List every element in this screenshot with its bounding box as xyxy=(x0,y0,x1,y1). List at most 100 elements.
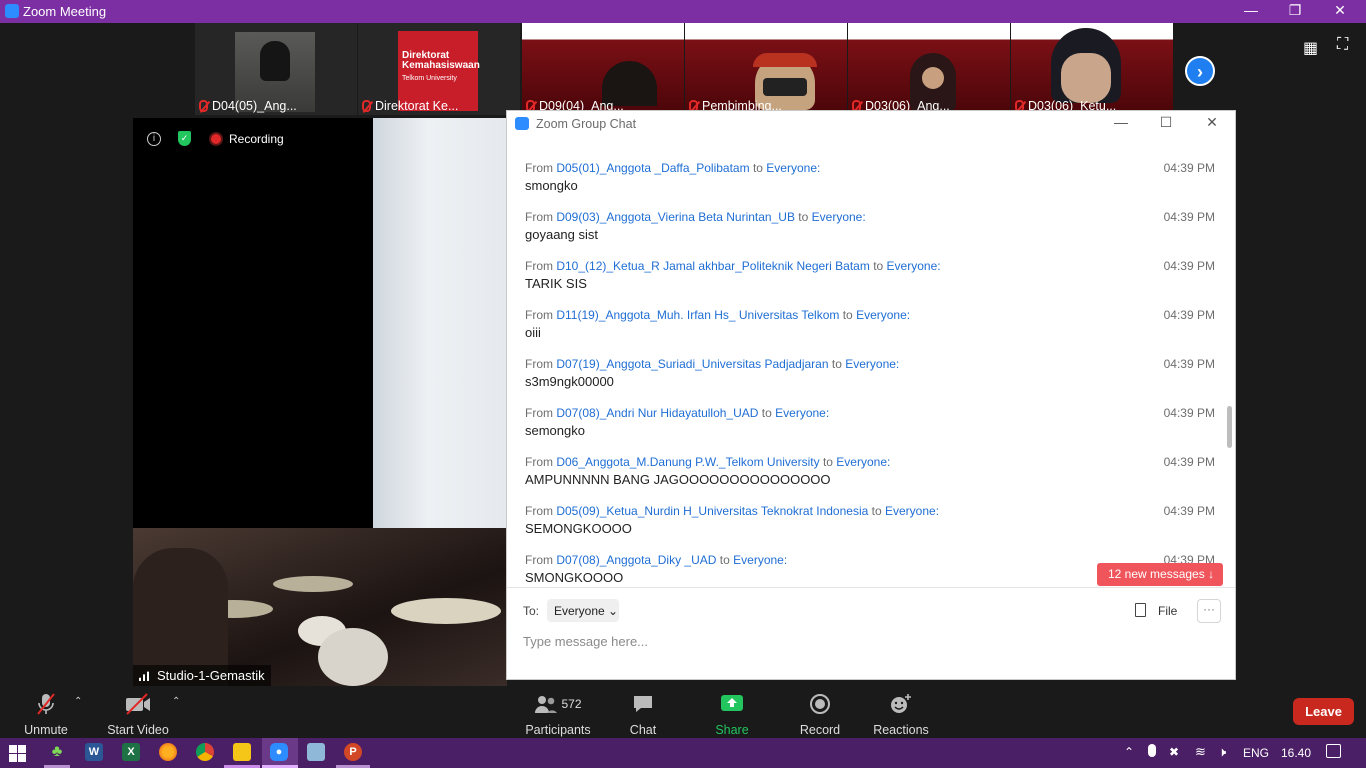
message-header: From D07(19)_Anggota_Suriadi_Universitas… xyxy=(525,357,900,371)
video-tile[interactable]: D03(06)_Ang... xyxy=(848,23,1010,115)
muted-mic-icon xyxy=(362,100,371,112)
recipient-name[interactable]: Everyone: xyxy=(775,406,829,420)
recipient-name[interactable]: Everyone: xyxy=(887,259,941,273)
chrome-icon[interactable] xyxy=(196,743,214,761)
chat-close-icon[interactable]: ✕ xyxy=(1202,114,1222,131)
cymbal-shape xyxy=(273,576,353,592)
sender-name[interactable]: D07(08)_Andri Nur Hidayatulloh_UAD xyxy=(556,406,758,420)
video-tile[interactable]: D09(04)_Ang... xyxy=(522,23,684,115)
reactions-button[interactable]: Reactions xyxy=(872,692,930,737)
chat-message: From D05(09)_Ketua_Nurdin H_Universitas … xyxy=(525,504,1215,536)
new-messages-button[interactable]: 12 new messages ↓ xyxy=(1097,563,1223,586)
windows-start-icon[interactable] xyxy=(9,745,26,762)
shield-icon[interactable]: ✓ xyxy=(178,131,191,146)
info-icon[interactable]: i xyxy=(147,132,161,146)
sender-name[interactable]: D11(19)_Anggota_Muh. Irfan Hs_ Universit… xyxy=(556,308,839,322)
recipient-name[interactable]: Everyone: xyxy=(836,455,890,469)
firefox-icon[interactable] xyxy=(159,743,177,761)
language-indicator[interactable]: ENG xyxy=(1243,746,1269,760)
reactions-icon xyxy=(872,692,930,716)
clock[interactable]: 16.40 xyxy=(1281,746,1311,760)
minimize-icon[interactable]: — xyxy=(1240,2,1262,18)
recipient-name[interactable]: Everyone: xyxy=(812,210,866,224)
record-button[interactable]: Record xyxy=(798,692,842,737)
sender-name[interactable]: D09(03)_Anggota_Vierina Beta Nurintan_UB xyxy=(556,210,795,224)
message-input[interactable] xyxy=(523,631,1213,651)
chat-message-list[interactable]: From D05(01)_Anggota _Daffa_Polibatam to… xyxy=(507,139,1235,587)
word-icon[interactable]: W xyxy=(85,743,103,761)
app-clover-icon[interactable]: ♣ xyxy=(48,743,66,761)
recipient-select[interactable]: Everyone ⌄ xyxy=(547,599,619,622)
sender-name[interactable]: D06_Anggota_M.Danung P.W._Telkom Univers… xyxy=(556,455,819,469)
file-icon[interactable] xyxy=(1135,603,1146,617)
chat-message: From D11(19)_Anggota_Muh. Irfan Hs_ Univ… xyxy=(525,308,1215,340)
video-tile[interactable]: Direktorat Kemahasiswaan Telkom Universi… xyxy=(358,23,520,115)
recipient-name[interactable]: Everyone: xyxy=(885,504,939,518)
audio-options-chevron-icon[interactable]: ⌃ xyxy=(74,696,82,707)
chat-button[interactable]: Chat xyxy=(622,692,664,737)
restore-icon[interactable]: ❐ xyxy=(1284,2,1306,19)
video-tile[interactable]: D04(05)_Ang... xyxy=(195,23,357,115)
participant-silhouette xyxy=(260,41,290,81)
leave-button[interactable]: Leave xyxy=(1293,698,1354,725)
record-icon xyxy=(798,692,842,716)
fullscreen-icon[interactable]: ⛶ xyxy=(1337,36,1348,54)
excel-icon[interactable]: X xyxy=(122,743,140,761)
signal-icon xyxy=(139,670,152,681)
participant-label: Studio-1-Gemastik xyxy=(133,665,271,686)
recipient-name[interactable]: Everyone: xyxy=(733,553,787,567)
participants-button[interactable]: 572 Participants xyxy=(524,692,592,737)
video-tile[interactable]: D03(06)_Ketu... xyxy=(1011,23,1173,115)
input-method-icon[interactable]: ✖ xyxy=(1169,745,1179,759)
close-icon[interactable]: ✕ xyxy=(1329,2,1351,19)
zoom-app-icon xyxy=(5,4,19,18)
more-options-button[interactable]: ··· xyxy=(1197,599,1221,623)
tile-name: Direktorat Ke... xyxy=(362,99,458,113)
message-text: AMPUNNNNN BANG JAGOOOOOOOOOOOOOOO xyxy=(525,472,831,487)
notifications-icon[interactable] xyxy=(1326,744,1341,758)
next-page-button[interactable]: › xyxy=(1185,56,1215,86)
message-text: oiii xyxy=(525,325,541,340)
zoom-app-icon xyxy=(515,117,529,130)
video-off-icon xyxy=(104,692,172,716)
chat-maximize-icon[interactable]: ☐ xyxy=(1156,114,1176,131)
unmute-button[interactable]: Unmute xyxy=(18,692,74,737)
notepad-icon[interactable] xyxy=(307,743,325,761)
microphone-icon[interactable] xyxy=(1148,744,1156,757)
tray-chevron-icon[interactable]: ⌃ xyxy=(1124,745,1134,759)
message-text: goyaang sist xyxy=(525,227,598,242)
message-header: From D07(08)_Andri Nur Hidayatulloh_UAD … xyxy=(525,406,830,420)
chat-icon xyxy=(622,692,664,716)
message-time: 04:39 PM xyxy=(1163,161,1215,175)
file-button[interactable]: File xyxy=(1158,604,1177,618)
sender-name[interactable]: D05(09)_Ketua_Nurdin H_Universitas Tekno… xyxy=(556,504,868,518)
sender-name[interactable]: D05(01)_Anggota _Daffa_Polibatam xyxy=(556,161,749,175)
sticky-notes-icon[interactable] xyxy=(233,743,251,761)
message-header: From D05(01)_Anggota _Daffa_Polibatam to… xyxy=(525,161,821,175)
wifi-icon[interactable]: ≋ xyxy=(1195,744,1206,760)
video-tile[interactable]: Pembimbing... xyxy=(685,23,847,115)
message-time: 04:39 PM xyxy=(1163,357,1215,371)
chat-message: From D09(03)_Anggota_Vierina Beta Nurint… xyxy=(525,210,1215,242)
start-video-button[interactable]: Start Video xyxy=(104,692,172,737)
divider xyxy=(507,587,1235,588)
participant-face xyxy=(922,67,944,89)
participants-icon: 572 xyxy=(524,692,592,716)
powerpoint-icon[interactable]: P xyxy=(344,743,362,761)
recipient-name[interactable]: Everyone: xyxy=(766,161,820,175)
zoom-icon[interactable]: ● xyxy=(270,743,288,761)
recipient-name[interactable]: Everyone: xyxy=(856,308,910,322)
message-header: From D09(03)_Anggota_Vierina Beta Nurint… xyxy=(525,210,866,224)
chat-minimize-icon[interactable]: — xyxy=(1111,114,1131,130)
chat-message: From D05(01)_Anggota _Daffa_Polibatam to… xyxy=(525,161,1215,193)
recipient-name[interactable]: Everyone: xyxy=(845,357,899,371)
video-options-chevron-icon[interactable]: ⌃ xyxy=(172,696,180,707)
sender-name[interactable]: D07(08)_Anggota_Diky _UAD xyxy=(556,553,716,567)
gallery-view-icon[interactable]: ▦ xyxy=(1303,38,1318,58)
main-video[interactable]: i ✓ Recording Studio-1-Gemastik xyxy=(133,118,507,686)
volume-icon[interactable]: 🕨 xyxy=(1218,744,1226,760)
sender-name[interactable]: D07(19)_Anggota_Suriadi_Universitas Padj… xyxy=(556,357,828,371)
chat-scrollbar[interactable] xyxy=(1227,406,1232,448)
sender-name[interactable]: D10_(12)_Ketua_R Jamal akhbar_Politeknik… xyxy=(556,259,870,273)
message-time: 04:39 PM xyxy=(1163,455,1215,469)
